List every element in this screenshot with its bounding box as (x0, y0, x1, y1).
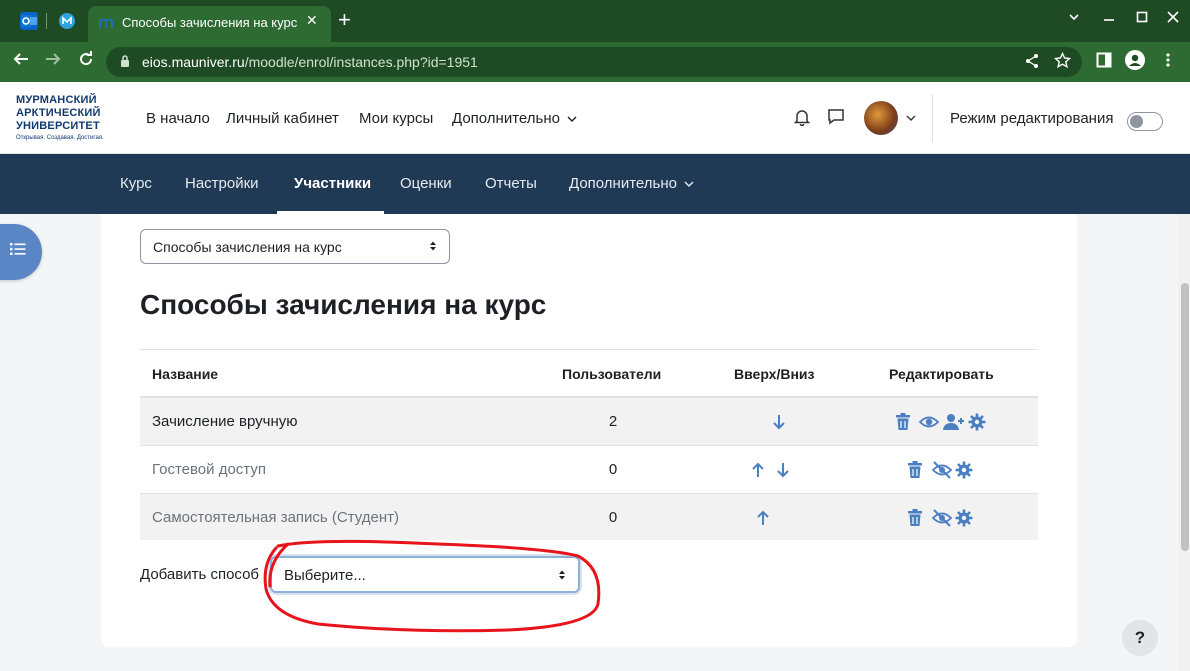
browser-tab-bar: Способы зачисления на курс ✕ + (0, 0, 1190, 42)
page-title: Способы зачисления на курс (140, 289, 547, 320)
page-jump-select[interactable]: Способы зачисления на курс (140, 229, 450, 264)
method-name[interactable]: Зачисление вручную (152, 413, 298, 430)
side-panel-icon[interactable] (1096, 52, 1112, 73)
eye-slash-icon[interactable] (931, 461, 953, 479)
lock-icon (120, 54, 130, 68)
trash-icon[interactable] (895, 413, 913, 431)
table-row: Самостоятельная запись (Студент) 0 (140, 494, 1038, 540)
chevron-down-icon (684, 181, 694, 187)
close-window-icon[interactable] (1167, 10, 1179, 26)
forward-arrow-icon[interactable] (44, 50, 62, 73)
tab-settings[interactable]: Настройки (185, 175, 259, 192)
down-arrow-icon[interactable] (775, 461, 793, 479)
toggle-knob (1130, 115, 1143, 128)
share-icon[interactable] (1024, 53, 1040, 74)
site-header: МУРМАНСКИЙ АРКТИЧЕСКИЙ УНИВЕРСИТЕТ Откры… (0, 82, 1190, 154)
table-row: Гостевой доступ 0 (140, 446, 1038, 494)
header-edit: Редактировать (889, 366, 994, 382)
course-index-drawer-button[interactable] (0, 224, 42, 280)
minimize-icon[interactable] (1103, 10, 1115, 26)
method-name[interactable]: Гостевой доступ (152, 461, 266, 478)
tab-reports[interactable]: Отчеты (485, 175, 537, 192)
eye-slash-icon[interactable] (931, 509, 953, 527)
nav-more-label: Дополнительно (452, 110, 560, 127)
moodle-favicon-icon (98, 16, 116, 32)
method-name[interactable]: Самостоятельная запись (Студент) (152, 509, 399, 526)
back-arrow-icon[interactable] (12, 50, 30, 73)
header-divider (932, 94, 933, 142)
add-method-label: Добавить способ (140, 566, 260, 583)
nav-more[interactable]: Дополнительно (452, 110, 577, 127)
down-arrow-icon[interactable] (771, 413, 789, 431)
nav-dashboard[interactable]: Личный кабинет (226, 110, 339, 127)
header-up-down: Вверх/Вниз (734, 366, 815, 382)
user-avatar[interactable] (864, 101, 898, 135)
logo-line-3: УНИВЕРСИТЕТ (16, 120, 100, 132)
trash-icon[interactable] (907, 461, 925, 479)
trash-icon[interactable] (907, 509, 925, 527)
tab-more[interactable]: Дополнительно (569, 175, 694, 192)
browser-menu-icon[interactable] (1165, 52, 1171, 73)
up-arrow-icon[interactable] (755, 509, 773, 527)
bookmark-star-icon[interactable] (1053, 51, 1072, 74)
url-host: eios.mauniver.ru (142, 54, 245, 70)
help-button[interactable]: ? (1122, 620, 1158, 656)
add-method-select[interactable]: Выберите... (270, 556, 580, 593)
table-header-row: Название Пользователи Вверх/Вниз Редакти… (140, 349, 1038, 398)
profile-icon[interactable] (1125, 50, 1145, 75)
nav-my-courses[interactable]: Мои курсы (359, 110, 433, 127)
tab-divider (46, 13, 47, 29)
url-path: /moodle/enrol/instances.php?id=1951 (244, 54, 478, 70)
maximize-icon[interactable] (1136, 10, 1148, 26)
tab-grades[interactable]: Оценки (400, 175, 452, 192)
course-secondary-nav: Курс Настройки Участники Оценки Отчеты Д… (0, 154, 1190, 214)
outlook-tab-icon[interactable] (20, 12, 38, 30)
table-row: Зачисление вручную 2 (140, 398, 1038, 446)
add-user-icon[interactable] (943, 413, 965, 431)
select-arrows-icon (558, 569, 566, 582)
tab-close-icon[interactable]: ✕ (306, 12, 318, 29)
logo-tagline: Открывая. Создавая. Достигая. (16, 135, 104, 141)
edit-mode-label: Режим редактирования (950, 110, 1114, 127)
university-logo[interactable]: МУРМАНСКИЙ АРКТИЧЕСКИЙ УНИВЕРСИТЕТ Откры… (16, 94, 116, 141)
tab-more-label: Дополнительно (569, 175, 677, 192)
address-bar-row: eios.mauniver.ru/moodle/enrol/instances.… (0, 42, 1190, 82)
up-arrow-icon[interactable] (750, 461, 768, 479)
tab-participants[interactable]: Участники (294, 175, 371, 192)
page-jump-select-value: Способы зачисления на курс (153, 239, 342, 255)
tab-search-chevron-icon[interactable] (1068, 10, 1080, 26)
header-users: Пользователи (562, 366, 662, 382)
logo-line-2: АРКТИЧЕСКИЙ (16, 107, 101, 119)
gear-icon[interactable] (955, 461, 973, 479)
user-menu-chevron-icon[interactable] (906, 111, 916, 125)
active-tab[interactable]: Способы зачисления на курс ✕ (88, 6, 331, 42)
page-scrollbar-thumb[interactable] (1181, 283, 1189, 551)
site-tab-icon[interactable] (58, 12, 76, 30)
list-icon (10, 242, 26, 256)
new-tab-icon[interactable]: + (338, 8, 351, 32)
header-name: Название (152, 366, 219, 382)
eye-icon[interactable] (918, 413, 941, 431)
reload-icon[interactable] (77, 50, 95, 73)
select-arrows-icon (429, 240, 437, 253)
tab-course[interactable]: Курс (120, 175, 152, 192)
url-text: eios.mauniver.ru/moodle/enrol/instances.… (142, 54, 478, 70)
gear-icon[interactable] (968, 413, 986, 431)
logo-line-1: МУРМАНСКИЙ (16, 94, 97, 106)
user-count[interactable]: 0 (593, 461, 633, 478)
user-count[interactable]: 2 (593, 413, 633, 430)
tab-title: Способы зачисления на курс (122, 15, 298, 30)
messages-icon[interactable] (827, 108, 845, 130)
edit-mode-toggle[interactable] (1127, 112, 1163, 131)
chevron-down-icon (567, 116, 577, 122)
user-count[interactable]: 0 (593, 509, 633, 526)
add-method-select-value: Выберите... (284, 567, 366, 584)
gear-icon[interactable] (955, 509, 973, 527)
url-input[interactable]: eios.mauniver.ru/moodle/enrol/instances.… (106, 47, 1082, 77)
notification-bell-icon[interactable] (793, 108, 811, 131)
nav-home[interactable]: В начало (146, 110, 210, 127)
